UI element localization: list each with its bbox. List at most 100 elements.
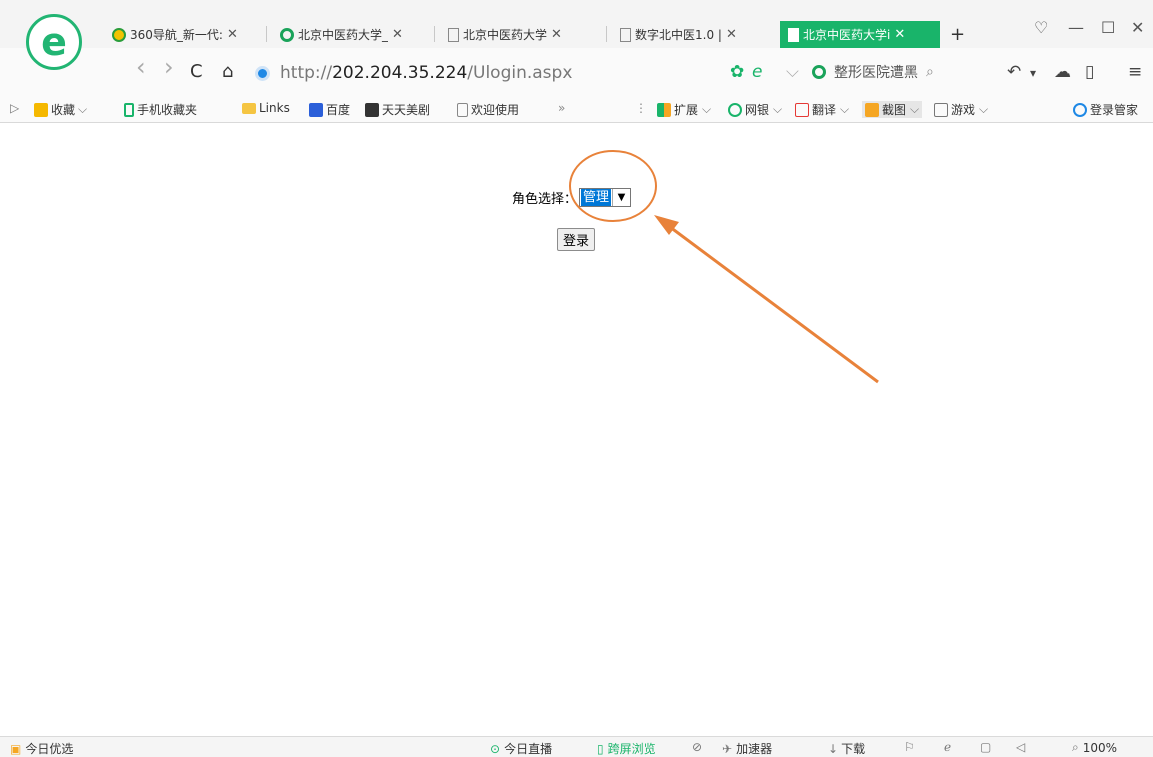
dropdown-icon[interactable]: ⌵ xyxy=(786,62,799,82)
page-icon xyxy=(620,27,631,42)
accelerator-button[interactable]: ✈ 加速器 xyxy=(722,740,772,757)
new-tab-button[interactable]: + xyxy=(950,24,965,45)
360-nav-icon xyxy=(112,27,126,42)
back-button[interactable]: ‹ xyxy=(136,55,146,79)
role-selected-value: 管理 xyxy=(581,189,612,206)
annotation-overlay xyxy=(569,150,879,384)
360-search-icon xyxy=(812,65,826,79)
search-input[interactable]: 整形医院遭黑 xyxy=(834,62,918,82)
chevron-down-icon: ⌵ xyxy=(910,102,920,116)
extension-label: 翻译 xyxy=(812,103,837,117)
download-button[interactable]: ↓ 下载 xyxy=(828,740,865,757)
refresh-button[interactable]: C xyxy=(190,62,203,82)
tab-bucm[interactable]: 北京中医药大学 ✕ xyxy=(440,21,600,48)
browser-logo-icon[interactable]: e xyxy=(26,14,82,70)
chevron-down-icon[interactable]: ▼ xyxy=(612,189,630,206)
login-button[interactable]: 登录 xyxy=(557,228,596,251)
extension-item-extend[interactable]: 扩展 ⌵ xyxy=(657,101,711,118)
grid-icon xyxy=(657,102,671,117)
game-icon xyxy=(934,102,948,117)
role-label: 角色选择： xyxy=(512,192,578,207)
tab-strip: e 360导航_新一代: ✕ 北京中医药大学_ ✕ 北京中医药大学 ✕ 数字北中… xyxy=(0,0,1153,70)
extension-item-translate[interactable]: 翻译 ⌵ xyxy=(795,101,849,118)
page-icon xyxy=(448,27,459,42)
close-icon[interactable]: ✕ xyxy=(392,27,403,42)
ie-mode-icon[interactable]: ℯ xyxy=(944,740,951,754)
tab-360-nav[interactable]: 360导航_新一代: ✕ xyxy=(104,21,264,48)
menu-icon[interactable]: ≡ xyxy=(1128,62,1142,82)
tab-bucm-search[interactable]: 北京中医药大学_ ✕ xyxy=(272,21,432,48)
extension-label: 扩展 xyxy=(674,103,699,117)
extension-item-games[interactable]: 游戏 ⌵ xyxy=(934,101,988,118)
extension-item-login-manager[interactable]: 登录管家 xyxy=(1073,101,1138,118)
flag-icon[interactable]: ⚐ xyxy=(904,740,915,754)
close-icon[interactable]: ✕ xyxy=(227,27,238,42)
ie-mode-icon[interactable]: e xyxy=(752,62,762,82)
cloud-icon[interactable]: ☁ xyxy=(1054,62,1071,82)
close-icon[interactable]: ✕ xyxy=(726,27,737,42)
window-icon[interactable]: ▢ xyxy=(980,740,991,754)
tab-digital-bucm[interactable]: 数字北中医1.0 | ✕ xyxy=(612,21,772,48)
skin-icon[interactable]: ♡ xyxy=(1034,18,1048,37)
security-icon[interactable]: ✿ xyxy=(730,62,744,82)
reader-icon[interactable]: ▯ xyxy=(1085,62,1094,82)
search-icon[interactable]: ⌕ xyxy=(926,64,934,80)
search-box[interactable]: 整形医院遭黑 ⌕ xyxy=(812,62,934,82)
favorites-item-mobile[interactable]: 手机收藏夹 xyxy=(124,101,197,118)
extension-item-screenshot[interactable]: 截图 ⌵ xyxy=(862,101,923,118)
navigation-bar: ‹ › C ⌂ http://202.204.35.224/Ulogin.asp… xyxy=(0,48,1153,96)
favorites-item-links[interactable]: Links xyxy=(242,101,290,115)
cross-screen-button[interactable]: ▯ 跨屏浏览 xyxy=(597,740,656,757)
cross-screen-label: 跨屏浏览 xyxy=(607,742,656,756)
favorites-item-tv[interactable]: 天天美剧 xyxy=(365,101,430,118)
dropdown-icon[interactable]: ▾ xyxy=(1030,66,1036,80)
folder-icon xyxy=(242,102,256,114)
address-field[interactable]: http://202.204.35.224/Ulogin.aspx xyxy=(255,62,572,84)
close-icon[interactable]: ✕ xyxy=(551,27,562,42)
favorites-more-button[interactable]: » xyxy=(558,101,565,115)
forward-button[interactable]: › xyxy=(164,55,174,79)
highlight-circle xyxy=(569,150,657,222)
sidebar-toggle-icon[interactable]: ▷ xyxy=(10,101,19,115)
download-icon: ↓ xyxy=(828,741,839,756)
clean-icon[interactable]: ⊘ xyxy=(692,740,702,754)
role-select[interactable]: 管理 ▼ xyxy=(579,188,632,207)
favorites-label: Links xyxy=(259,101,290,115)
home-button[interactable]: ⌂ xyxy=(222,62,233,82)
maximize-button[interactable]: ☐ xyxy=(1101,18,1115,37)
daily-picks-label: 今日优选 xyxy=(25,742,74,756)
close-window-button[interactable]: ✕ xyxy=(1131,18,1144,37)
live-button[interactable]: ⊙ 今日直播 xyxy=(490,740,552,757)
play-icon: ⊙ xyxy=(490,741,501,756)
chevron-down-icon: ⌵ xyxy=(702,102,712,116)
page-icon xyxy=(457,102,468,117)
favorites-item-baidu[interactable]: 百度 xyxy=(309,101,350,118)
tab-title: 360导航_新一代: xyxy=(130,28,223,42)
live-label: 今日直播 xyxy=(504,742,553,756)
tab-title: 北京中医药大学_ xyxy=(298,28,389,42)
vertical-scrollbar[interactable] xyxy=(1141,124,1153,736)
star-folder-icon xyxy=(34,102,48,117)
favorites-item-welcome[interactable]: 欢迎使用 xyxy=(457,101,519,118)
zoom-level: 100% xyxy=(1082,740,1118,755)
daily-picks[interactable]: ▣ 今日优选 xyxy=(10,740,73,757)
extension-item-bank[interactable]: 网银 ⌵ xyxy=(728,101,782,118)
download-label: 下载 xyxy=(841,742,866,756)
zoom-control[interactable]: ⌕ 100% xyxy=(1072,740,1117,755)
sound-icon[interactable]: ◁ xyxy=(1016,740,1025,754)
tab-bucm-active[interactable]: 北京中医药大学i ✕ xyxy=(780,21,940,48)
chevron-down-icon: ⌵ xyxy=(840,102,850,116)
360-search-icon xyxy=(280,27,294,42)
vertical-dots-icon[interactable]: ⋮ xyxy=(635,101,647,115)
rocket-icon: ✈ xyxy=(722,741,733,756)
accelerator-label: 加速器 xyxy=(736,742,773,756)
close-icon[interactable]: ✕ xyxy=(894,27,905,42)
url-host: 202.204.35.224 xyxy=(332,63,468,83)
undo-icon[interactable]: ↶ xyxy=(1007,62,1021,82)
minimize-button[interactable]: — xyxy=(1068,18,1084,37)
favorites-item-collect[interactable]: 收藏 ⌵ xyxy=(34,101,87,118)
role-select-row: 角色选择： 管理 ▼ xyxy=(512,188,632,207)
chevron-down-icon: ⌵ xyxy=(78,102,88,116)
site-info-icon[interactable] xyxy=(255,65,270,81)
annotation-arrowhead xyxy=(654,215,679,235)
